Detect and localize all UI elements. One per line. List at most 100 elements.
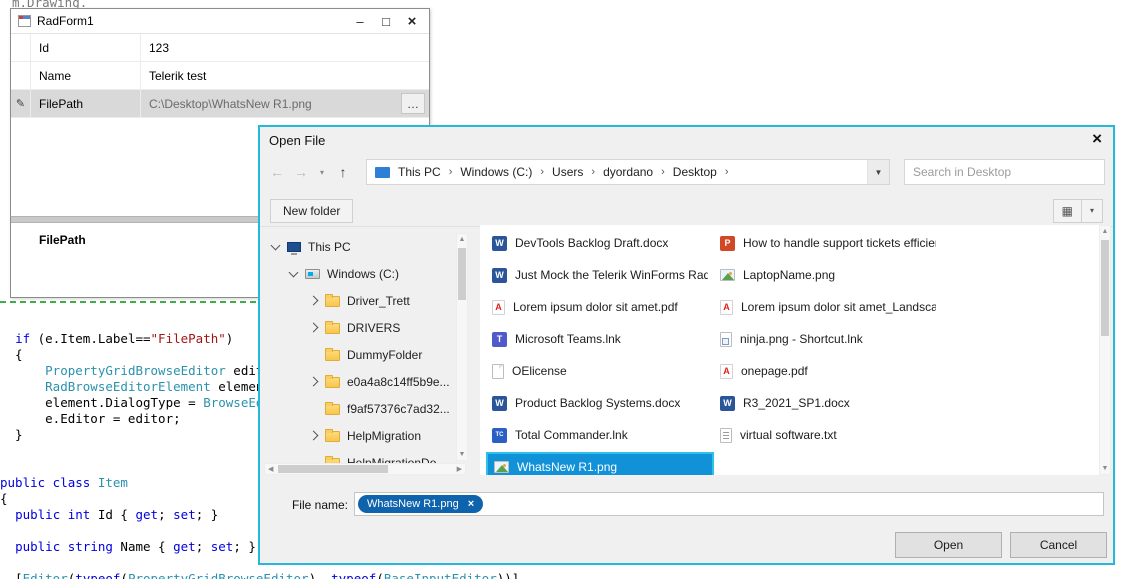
tree-item-driver-trett[interactable]: Driver_Trett — [262, 287, 480, 314]
scrollbar-thumb[interactable] — [458, 248, 466, 300]
property-value-text[interactable]: C:\Desktop\WhatsNew R1.png — [149, 97, 312, 111]
view-dropdown-icon[interactable]: ▾ — [1082, 206, 1102, 215]
file-item[interactable]: Product Backlog Systems.docx — [486, 387, 714, 419]
minimize-button[interactable]: – — [347, 14, 373, 29]
address-dropdown-icon[interactable]: ▼ — [867, 160, 889, 184]
scroll-right-icon[interactable]: ▶ — [454, 465, 465, 473]
scroll-down-icon[interactable]: ▼ — [457, 451, 467, 458]
chevron-right-icon[interactable]: › — [719, 166, 735, 178]
expander-icon[interactable] — [309, 431, 319, 441]
file-name-input[interactable]: WhatsNew R1.png × — [354, 492, 1104, 516]
file-item[interactable]: R3_2021_SP1.docx — [714, 387, 942, 419]
breadcrumb-this-pc[interactable]: This PC — [396, 165, 443, 179]
file-item-selected[interactable]: WhatsNew R1.png — [486, 452, 714, 475]
scrollbar-thumb[interactable] — [1101, 240, 1109, 336]
file-name-label: File name: — [260, 498, 348, 512]
tree-item-drivers[interactable]: DRIVERS — [262, 314, 480, 341]
property-value[interactable]: Telerik test — [141, 62, 429, 89]
scroll-up-icon[interactable]: ▲ — [457, 236, 467, 243]
file-item[interactable]: Total Commander.lnk — [486, 419, 714, 451]
tree-item-e0a4a8[interactable]: e0a4a8c14ff5b9e... — [262, 368, 480, 395]
grid-view-icon[interactable]: ▦ — [1054, 200, 1082, 222]
open-button[interactable]: Open — [895, 532, 1002, 558]
tree-vertical-scrollbar[interactable]: ▲ ▼ — [456, 233, 468, 461]
radform-titlebar[interactable]: RadForm1 – □ × — [11, 9, 429, 34]
form-icon — [18, 15, 31, 27]
property-value-text[interactable]: 123 — [149, 41, 169, 55]
tree-item-dummyfolder[interactable]: DummyFolder — [262, 341, 480, 368]
file-item[interactable]: Just Mock the Telerik WinForms RadG... — [486, 259, 714, 291]
dialog-content: This PC Windows (C:) Driver_Trett DRIVER… — [262, 225, 1111, 475]
file-name: How to handle support tickets efficien..… — [743, 236, 936, 250]
file-item[interactable]: Microsoft Teams.lnk — [486, 323, 714, 355]
tree-item-this-pc[interactable]: This PC — [262, 233, 480, 260]
browse-ellipsis-button[interactable]: … — [401, 93, 425, 114]
tree-item-windows-c[interactable]: Windows (C:) — [262, 260, 480, 287]
file-item[interactable]: onepage.pdf — [714, 355, 942, 387]
tree-item-label: Driver_Trett — [347, 294, 410, 308]
tree-horizontal-scrollbar[interactable]: ◀ ▶ — [264, 463, 466, 475]
new-folder-button[interactable]: New folder — [270, 199, 353, 223]
text-file-icon — [720, 428, 732, 443]
property-value[interactable]: C:\Desktop\WhatsNew R1.png … — [141, 90, 429, 117]
drive-icon — [305, 269, 320, 279]
scrollbar-thumb[interactable] — [278, 465, 388, 473]
selected-file-chip[interactable]: WhatsNew R1.png × — [358, 495, 483, 513]
file-item[interactable]: Lorem ipsum dolor sit amet.pdf — [486, 291, 714, 323]
tree-item-f9af57[interactable]: f9af57376c7ad32... — [262, 395, 480, 422]
property-value-text[interactable]: Telerik test — [149, 69, 206, 83]
expander-icon[interactable] — [309, 377, 319, 387]
back-icon[interactable]: ← — [268, 164, 286, 180]
chevron-right-icon[interactable]: › — [443, 166, 459, 178]
forward-icon[interactable]: → — [292, 164, 310, 180]
file-item[interactable]: Lorem ipsum dolor sit amet_Landscap... — [714, 291, 942, 323]
property-row-id[interactable]: Id 123 — [11, 34, 429, 62]
expander-icon[interactable] — [289, 267, 299, 277]
file-item[interactable]: OElicense — [486, 355, 714, 387]
breadcrumb[interactable]: This PC › Windows (C:) › Users › dyordan… — [366, 159, 890, 185]
cancel-button[interactable]: Cancel — [1010, 532, 1107, 558]
dialog-close-icon[interactable]: × — [1092, 129, 1102, 149]
word-doc-icon — [720, 396, 735, 411]
expander-icon[interactable] — [271, 240, 281, 250]
generic-file-icon — [492, 364, 504, 379]
file-item[interactable]: How to handle support tickets efficien..… — [714, 227, 942, 259]
expander-icon[interactable] — [309, 296, 319, 306]
breadcrumb-windows-c[interactable]: Windows (C:) — [458, 165, 534, 179]
files-vertical-scrollbar[interactable]: ▲ ▼ — [1099, 225, 1111, 475]
chevron-right-icon[interactable]: › — [534, 166, 550, 178]
search-input[interactable] — [905, 165, 1104, 179]
maximize-button[interactable]: □ — [373, 14, 399, 29]
property-row-name[interactable]: Name Telerik test — [11, 62, 429, 90]
green-squiggle-underline — [0, 301, 256, 303]
breadcrumb-users[interactable]: Users — [550, 165, 585, 179]
file-item[interactable]: virtual software.txt — [714, 419, 942, 451]
recent-locations-icon[interactable]: ▾ — [316, 168, 328, 177]
row-gutter — [11, 34, 31, 61]
image-file-icon — [494, 461, 509, 473]
file-name: virtual software.txt — [740, 428, 837, 442]
file-item[interactable]: LaptopName.png — [714, 259, 942, 291]
chip-remove-icon[interactable]: × — [468, 498, 474, 510]
scroll-left-icon[interactable]: ◀ — [265, 465, 276, 473]
tree-item-helpmigration[interactable]: HelpMigration — [262, 422, 480, 449]
scroll-up-icon[interactable]: ▲ — [1100, 228, 1110, 235]
chevron-right-icon[interactable]: › — [585, 166, 601, 178]
scroll-down-icon[interactable]: ▼ — [1100, 465, 1110, 472]
folder-icon — [325, 323, 340, 334]
expander-icon[interactable] — [309, 323, 319, 333]
file-item[interactable]: ninja.png - Shortcut.lnk — [714, 323, 942, 355]
property-value[interactable]: 123 — [141, 34, 429, 61]
close-button[interactable]: × — [399, 13, 425, 30]
breadcrumb-dyordano[interactable]: dyordano — [601, 165, 655, 179]
breadcrumb-desktop[interactable]: Desktop — [671, 165, 719, 179]
tree-item-label: e0a4a8c14ff5b9e... — [347, 375, 450, 389]
chevron-right-icon[interactable]: › — [655, 166, 671, 178]
file-item[interactable]: DevTools Backlog Draft.docx — [486, 227, 714, 259]
this-pc-icon — [375, 167, 390, 178]
up-icon[interactable]: ↑ — [334, 164, 352, 180]
file-name: Just Mock the Telerik WinForms RadG... — [515, 268, 708, 282]
property-row-filepath[interactable]: ✎ FilePath C:\Desktop\WhatsNew R1.png … — [11, 90, 429, 118]
file-name: DevTools Backlog Draft.docx — [515, 236, 668, 250]
search-box[interactable] — [904, 159, 1105, 185]
